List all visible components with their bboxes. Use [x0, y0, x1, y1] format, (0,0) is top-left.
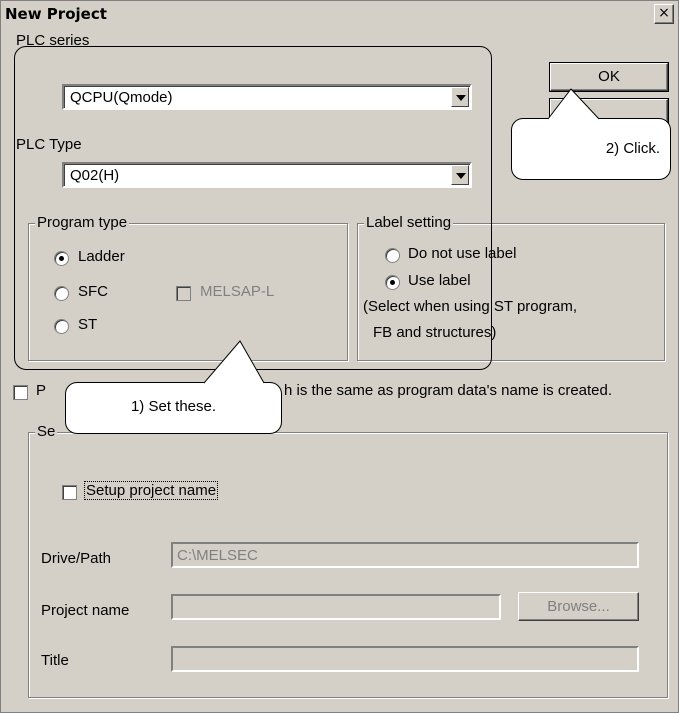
drive-path-value: C:\MELSEC: [177, 547, 258, 564]
ok-button[interactable]: OK: [550, 63, 668, 91]
create-folder-label-end: h is the same as program data's name is …: [284, 382, 613, 399]
drive-path-label: Drive/Path: [41, 550, 112, 567]
create-folder-checkbox[interactable]: [13, 385, 28, 400]
title-field[interactable]: [171, 646, 639, 672]
callout-set-these: 1) Set these.: [65, 382, 282, 434]
callout-set-these-text: 1) Set these.: [130, 398, 217, 415]
title-bar: New Project ×: [1, 1, 678, 27]
project-name-field[interactable]: [171, 594, 501, 620]
dialog-title: New Project: [5, 5, 107, 23]
close-button[interactable]: ×: [654, 4, 674, 24]
callout-click-text: 2) Click.: [605, 140, 660, 157]
drive-path-field[interactable]: C:\MELSEC: [171, 542, 639, 568]
project-name-label: Project name: [41, 602, 130, 619]
setup-group-title: Se: [35, 423, 58, 440]
callout-click: 2) Click.: [511, 118, 671, 180]
title-label: Title: [41, 652, 69, 669]
browse-button[interactable]: Browse...: [518, 592, 639, 621]
setup-project-name-checkbox[interactable]: [62, 485, 77, 500]
settings-highlight-box: [14, 46, 492, 370]
setup-project-name-label[interactable]: Setup project name: [83, 481, 219, 500]
create-folder-label-start: P: [36, 382, 47, 399]
